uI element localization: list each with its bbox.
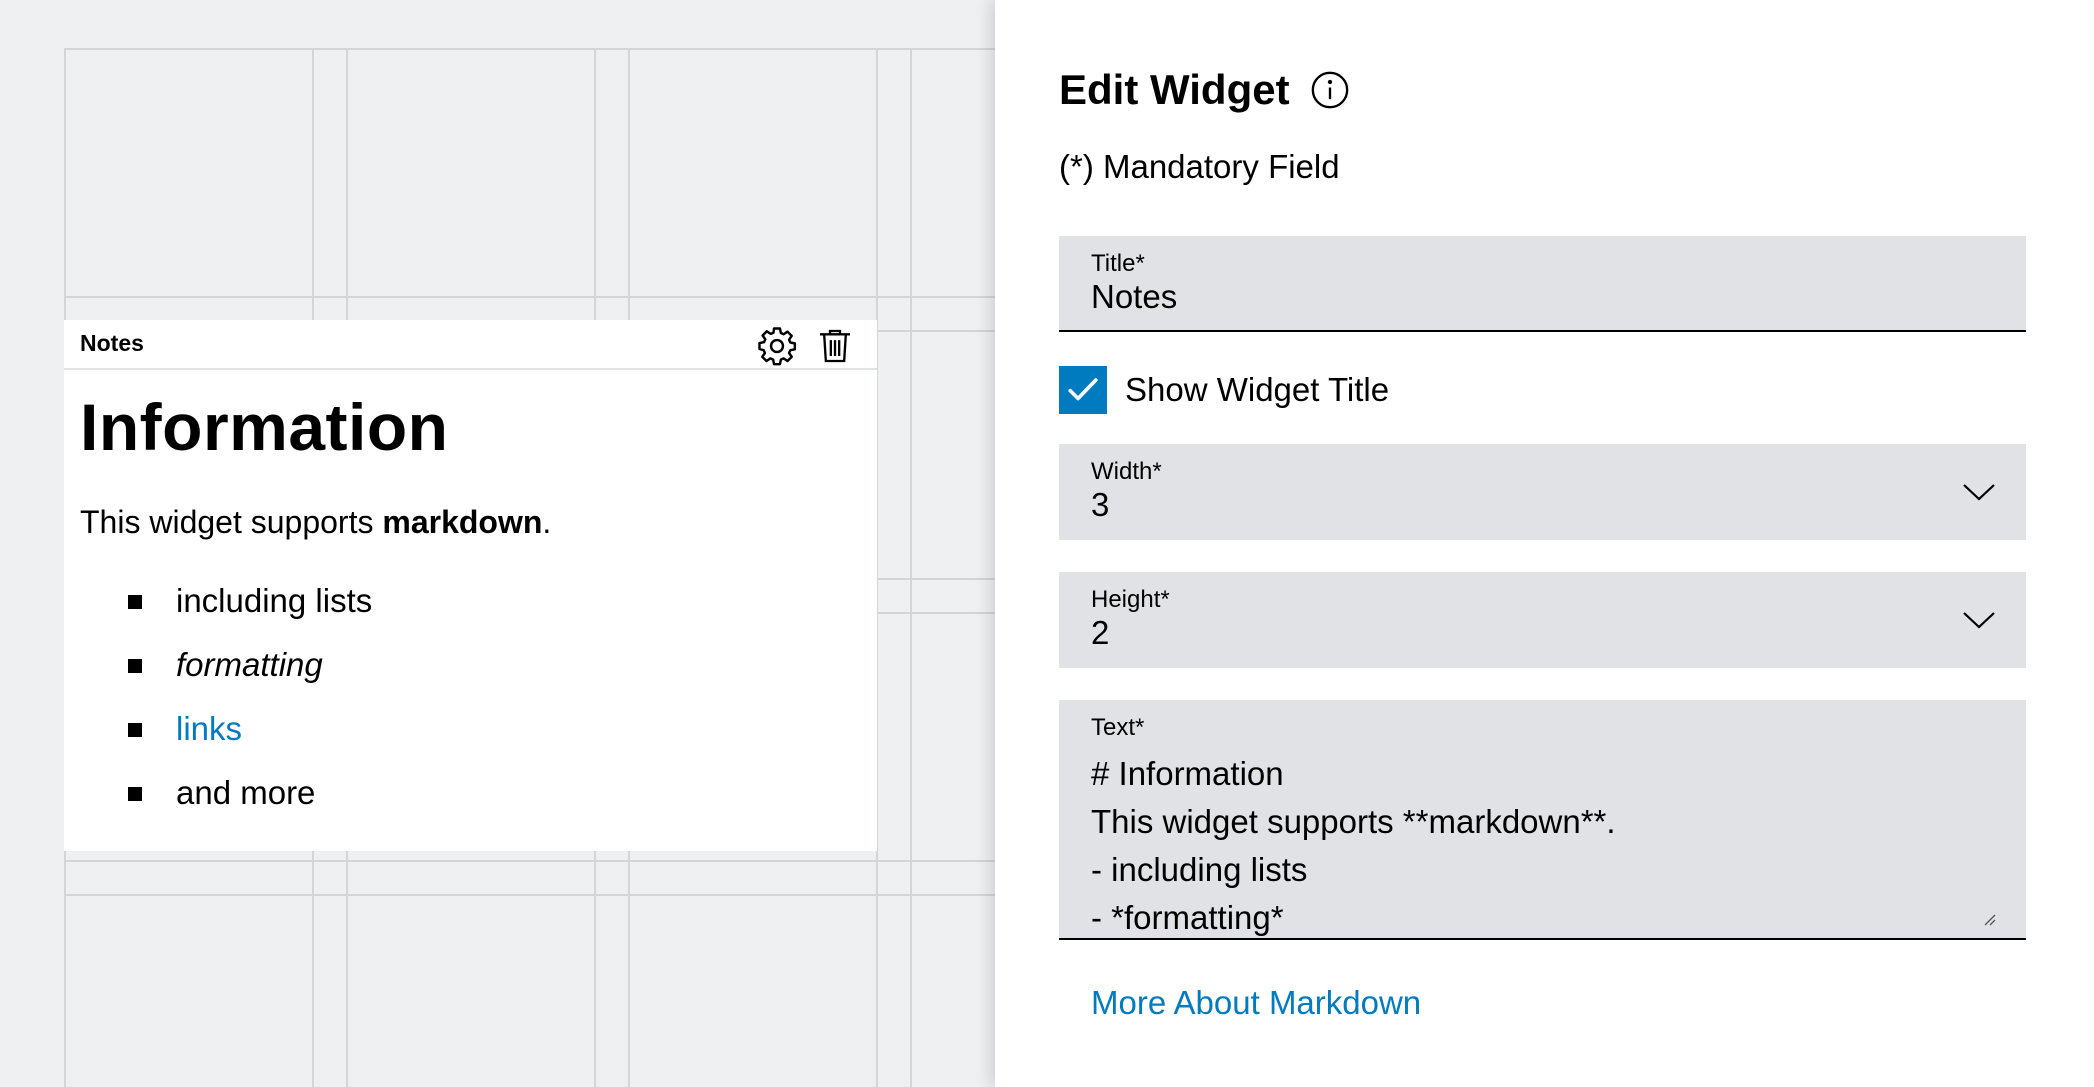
gear-icon[interactable] — [755, 324, 799, 368]
checkmark-icon — [1068, 378, 1098, 401]
grid-line — [64, 860, 995, 862]
text-field[interactable]: Text* # Information This widget supports … — [1059, 700, 2026, 940]
markdown-heading: Information — [80, 390, 449, 464]
title-field[interactable]: Title* Notes — [1059, 236, 2026, 332]
list-item-link: links — [80, 697, 861, 761]
edit-widget-panel: Edit Widget (*) Mandatory Field Title* N… — [995, 0, 2094, 1087]
more-about-markdown-link[interactable]: More About Markdown — [1091, 984, 1421, 1022]
title-field-label: Title* — [1091, 250, 1145, 277]
widget-body: Information This widget supports markdow… — [64, 390, 877, 825]
notes-widget[interactable]: Notes Information This widget supports m… — [64, 320, 877, 851]
height-select-value: 2 — [1091, 614, 1110, 651]
panel-title-text: Edit Widget — [1059, 66, 1290, 113]
list-item: and more — [80, 761, 861, 825]
list-item: including lists — [80, 569, 861, 633]
markdown-paragraph: This widget supports markdown. — [80, 504, 861, 541]
widget-header-title: Notes — [80, 330, 144, 356]
paragraph-bold: markdown — [382, 503, 543, 540]
trash-icon[interactable] — [813, 324, 857, 368]
mandatory-note: (*) Mandatory Field — [1059, 148, 1340, 185]
markdown-list: including lists formatting links and mor… — [80, 569, 861, 825]
widget-actions — [755, 324, 857, 368]
panel-title: Edit Widget — [1059, 66, 1350, 114]
show-title-checkbox[interactable] — [1059, 366, 1107, 414]
grid-line — [64, 894, 995, 896]
grid-line — [64, 296, 995, 298]
markdown-link[interactable]: links — [176, 710, 242, 747]
text-field-label: Text* — [1091, 714, 1145, 741]
paragraph-text: This widget supports — [80, 503, 383, 540]
text-line: - including lists — [1091, 851, 1308, 888]
text-field-content[interactable]: # Information This widget supports **mark… — [1091, 750, 1616, 942]
show-title-label: Show Widget Title — [1125, 371, 1390, 408]
width-select-value: 3 — [1091, 486, 1110, 523]
chevron-down-icon — [1963, 484, 1995, 501]
list-item: formatting — [80, 633, 861, 697]
text-line: - *formatting* — [1091, 899, 1284, 936]
text-line: This widget supports **markdown**. — [1091, 803, 1616, 840]
widget-header: Notes — [64, 320, 877, 370]
width-select[interactable]: Width* 3 — [1059, 444, 2026, 540]
grid-line — [910, 48, 912, 1087]
paragraph-suffix: . — [542, 503, 552, 540]
info-icon[interactable] — [1310, 70, 1350, 110]
resize-handle-icon[interactable] — [1982, 912, 1996, 926]
show-title-checkbox-row[interactable]: Show Widget Title — [1059, 366, 1389, 414]
width-select-label: Width* — [1091, 458, 1162, 485]
height-select[interactable]: Height* 2 — [1059, 572, 2026, 668]
chevron-down-icon — [1963, 612, 1995, 629]
title-field-value[interactable]: Notes — [1091, 278, 1177, 316]
height-select-label: Height* — [1091, 586, 1170, 613]
text-line: # Information — [1091, 755, 1284, 792]
dashboard-canvas: Notes Information This widget supports m… — [0, 0, 995, 1087]
